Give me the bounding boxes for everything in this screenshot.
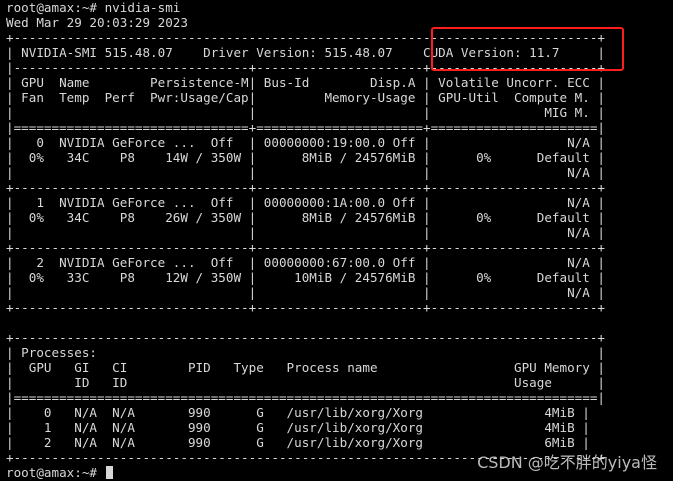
- terminal-line: | ID ID Usage |: [6, 375, 605, 390]
- terminal-line: +-------------------------------+-------…: [6, 240, 605, 255]
- terminal-line: +---------------------------------------…: [6, 30, 605, 45]
- terminal-line: | 0% 33C P8 12W / 350W | 10MiB / 24576Mi…: [6, 270, 605, 285]
- terminal-line: | 0% 34C P8 14W / 350W | 8MiB / 24576MiB…: [6, 150, 605, 165]
- terminal-line: +-------------------------------+-------…: [6, 180, 605, 195]
- terminal-line: | Fan Temp Perf Pwr:Usage/Cap| Memory-Us…: [6, 90, 605, 105]
- terminal-line: | GPU GI CI PID Type Process name GPU Me…: [6, 360, 605, 375]
- terminal-line: | GPU Name Persistence-M| Bus-Id Disp.A …: [6, 75, 605, 90]
- terminal-line: | 0% 34C P8 26W / 350W | 8MiB / 24576MiB…: [6, 210, 605, 225]
- terminal-line: | 0 NVIDIA GeForce ... Off | 00000000:19…: [6, 135, 605, 150]
- terminal-line: |-------------------------------+-------…: [6, 60, 605, 75]
- terminal-line: | Processes: |: [6, 345, 605, 360]
- terminal-line: +-------------------------------+-------…: [6, 300, 605, 315]
- terminal-line: |===============================+=======…: [6, 120, 605, 135]
- prompt-text: root@amax:~#: [6, 465, 105, 480]
- watermark-text: CSDN @吃不胖的yiya怪: [477, 453, 657, 472]
- terminal-line: | 0 N/A N/A 990 G /usr/lib/xorg/Xorg 4Mi…: [6, 405, 590, 420]
- terminal-line: | 2 NVIDIA GeForce ... Off | 00000000:67…: [6, 255, 605, 270]
- terminal-line: Wed Mar 29 20:03:29 2023: [6, 15, 188, 30]
- terminal-line: | 1 NVIDIA GeForce ... Off | 00000000:1A…: [6, 195, 605, 210]
- terminal-line: | 2 N/A N/A 990 G /usr/lib/xorg/Xorg 6Mi…: [6, 435, 590, 450]
- terminal-line: | 1 N/A N/A 990 G /usr/lib/xorg/Xorg 4Mi…: [6, 420, 590, 435]
- terminal-line: |=======================================…: [6, 390, 605, 405]
- text-cursor: [105, 466, 113, 479]
- terminal-output[interactable]: root@amax:~# nvidia-smi Wed Mar 29 20:03:…: [6, 0, 673, 481]
- terminal-line: | | | N/A |: [6, 285, 605, 300]
- terminal-line: | | | MIG M. |: [6, 105, 605, 120]
- terminal-line: +---------------------------------------…: [6, 330, 605, 345]
- terminal-line: | | | N/A |: [6, 165, 605, 180]
- terminal-line: | NVIDIA-SMI 515.48.07 Driver Version: 5…: [6, 45, 605, 60]
- terminal-lines: root@amax:~# nvidia-smi Wed Mar 29 20:03:…: [6, 0, 673, 465]
- terminal-line: root@amax:~# nvidia-smi: [6, 0, 181, 15]
- terminal-line: | | | N/A |: [6, 225, 605, 240]
